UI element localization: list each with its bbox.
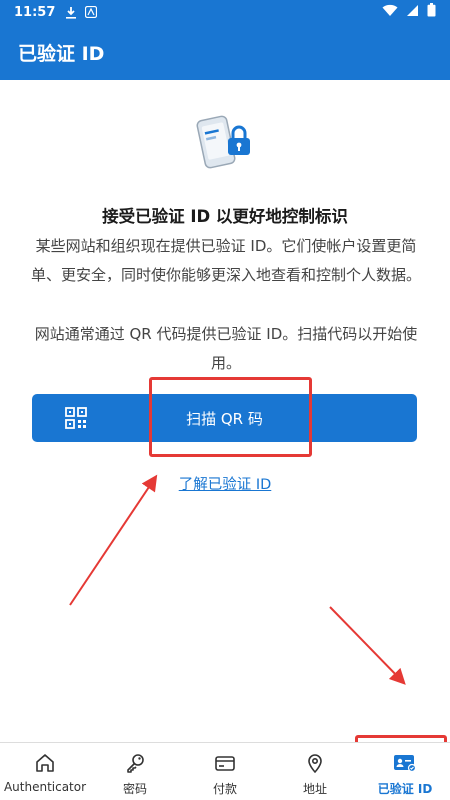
scan-qr-button[interactable]: 扫描 QR 码 — [32, 394, 417, 442]
description-line: 单、更安全，同时使你能够更深入地查看和控制个人数据。 — [30, 266, 421, 284]
annotation-arrow-up — [69, 474, 158, 606]
credit-card-icon — [213, 751, 237, 775]
learn-more-link[interactable]: 了解已验证 ID — [0, 473, 450, 494]
key-icon — [123, 751, 147, 775]
nav-item-verified-id[interactable]: 已验证 ID — [360, 743, 450, 800]
bottom-navigation: Authenticator 密码 付款 地址 已验证 ID — [0, 742, 450, 800]
nav-item-authenticator[interactable]: Authenticator — [0, 743, 90, 800]
info-line: 网站通常通过 QR 代码提供已验证 ID。扫描代码以开始使 — [34, 325, 418, 343]
info-line: 用。 — [210, 354, 241, 372]
nav-label: 付款 — [212, 782, 237, 796]
status-bar: 11:57 — [0, 0, 450, 24]
app-notification-icon — [85, 6, 98, 18]
nav-label: 地址 — [302, 782, 327, 796]
qr-code-icon — [65, 407, 87, 429]
location-pin-icon — [303, 751, 327, 775]
annotation-arrow-down — [329, 606, 406, 685]
download-icon — [65, 6, 77, 19]
scan-qr-label: 扫描 QR 码 — [186, 409, 263, 428]
nav-item-passwords[interactable]: 密码 — [90, 743, 180, 800]
section-heading: 接受已验证 ID 以更好地控制标识 — [102, 207, 348, 226]
signal-icon — [406, 4, 419, 21]
wifi-icon — [382, 4, 398, 21]
nav-item-payments[interactable]: 付款 — [180, 743, 270, 800]
nav-item-addresses[interactable]: 地址 — [270, 743, 360, 800]
app-bar: 已验证 ID — [0, 24, 450, 80]
page-title: 已验证 ID — [18, 42, 105, 65]
battery-icon — [427, 3, 436, 21]
info-text: 网站通常通过 QR 代码提供已验证 ID。扫描代码以开始使 用。 — [26, 320, 426, 378]
verified-id-icon — [393, 751, 417, 775]
description-text: 某些网站和组织现在提供已验证 ID。它们使帐户设置更简 单、更安全，同时使你能够… — [26, 232, 426, 290]
nav-label: 已验证 ID — [377, 782, 433, 796]
description-line: 某些网站和组织现在提供已验证 ID。它们使帐户设置更简 — [35, 237, 417, 255]
home-icon — [33, 751, 57, 775]
nav-label: 密码 — [122, 782, 147, 796]
status-time: 11:57 — [14, 4, 56, 20]
phone-lock-icon — [195, 112, 255, 172]
nav-label: Authenticator — [3, 780, 87, 794]
